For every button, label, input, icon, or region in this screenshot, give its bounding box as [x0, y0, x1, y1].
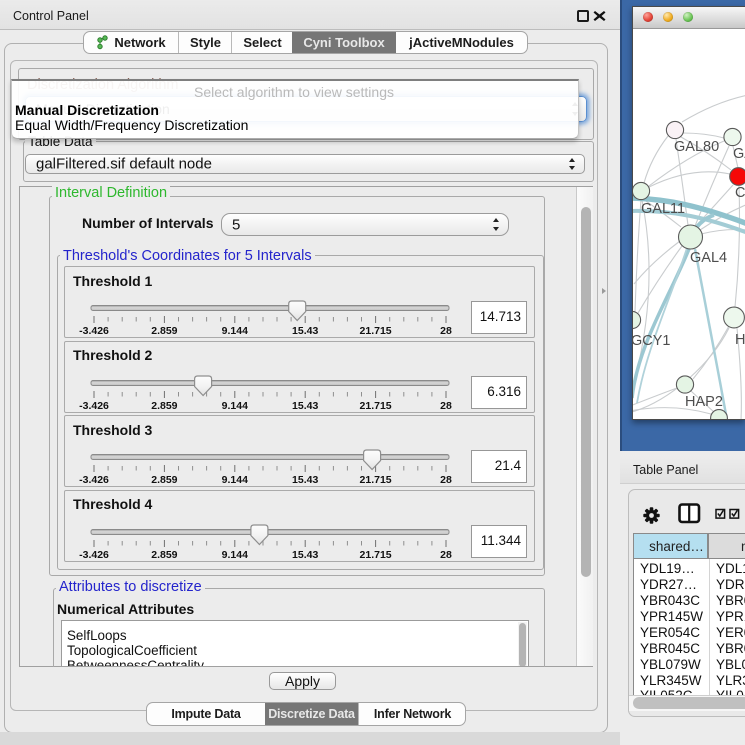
svg-text:GAL4: GAL4 [690, 250, 727, 266]
svg-text:GCY1: GCY1 [633, 333, 671, 349]
svg-text:GAL80: GAL80 [674, 139, 719, 155]
svg-text:H: H [735, 332, 745, 348]
svg-text:HAP2: HAP2 [685, 394, 723, 410]
svg-text:GAL11: GAL11 [641, 201, 685, 217]
svg-text:C: C [735, 185, 745, 201]
svg-text:GA: GA [733, 146, 745, 162]
